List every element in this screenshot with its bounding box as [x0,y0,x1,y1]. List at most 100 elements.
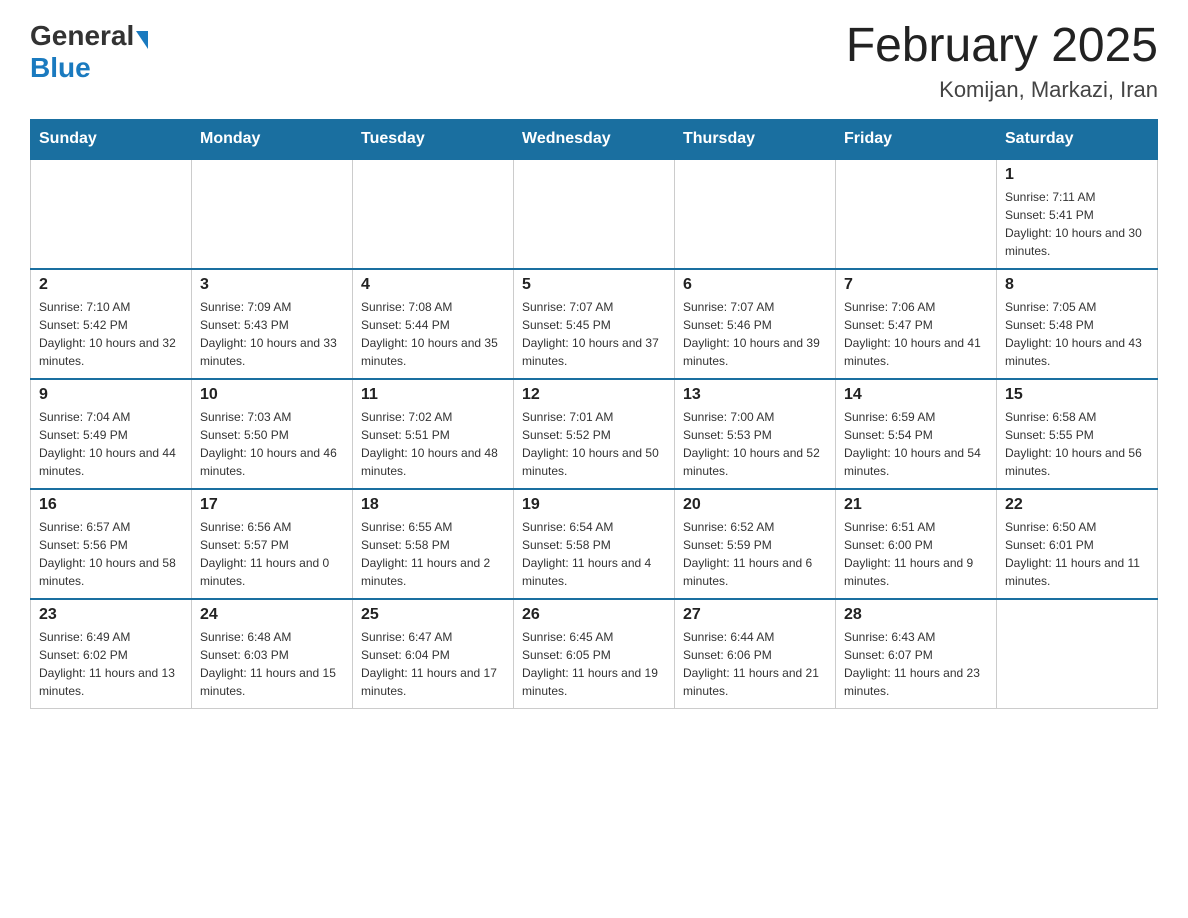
logo-general-text: General [30,20,134,52]
day-number: 23 [39,606,183,624]
calendar-cell: 23Sunrise: 6:49 AMSunset: 6:02 PMDayligh… [31,599,192,709]
day-number: 22 [1005,496,1149,514]
day-info: Sunrise: 7:09 AMSunset: 5:43 PMDaylight:… [200,298,344,370]
day-info: Sunrise: 7:10 AMSunset: 5:42 PMDaylight:… [39,298,183,370]
day-info: Sunrise: 7:04 AMSunset: 5:49 PMDaylight:… [39,408,183,480]
calendar-cell: 10 Sunrise: 7:03 AMSunset: 5:50 PMDayligh… [192,379,353,489]
day-number: 20 [683,496,827,514]
calendar-week-row: 16Sunrise: 6:57 AMSunset: 5:56 PMDayligh… [31,489,1158,599]
calendar-cell: 18Sunrise: 6:55 AMSunset: 5:58 PMDayligh… [353,489,514,599]
day-number: 13 [683,386,827,404]
day-number: 7 [844,276,988,294]
day-info: Sunrise: 6:57 AMSunset: 5:56 PMDaylight:… [39,518,183,590]
page-header: General Blue February 2025 Komijan, Mark… [30,20,1158,103]
calendar-cell [675,159,836,269]
calendar-week-row: 9 Sunrise: 7:04 AMSunset: 5:49 PMDaylight… [31,379,1158,489]
calendar-cell [514,159,675,269]
day-number: 8 [1005,276,1149,294]
day-number: 1 [1005,166,1149,184]
day-info: Sunrise: 7:01 AMSunset: 5:52 PMDaylight:… [522,408,666,480]
calendar-cell: 2Sunrise: 7:10 AMSunset: 5:42 PMDaylight… [31,269,192,379]
calendar-header-monday: Monday [192,119,353,159]
day-info: Sunrise: 7:05 AMSunset: 5:48 PMDaylight:… [1005,298,1149,370]
logo-arrow-icon [136,31,148,49]
calendar-cell: 6 Sunrise: 7:07 AMSunset: 5:46 PMDaylight… [675,269,836,379]
logo-blue-text: Blue [30,52,91,83]
calendar-cell [31,159,192,269]
day-number: 25 [361,606,505,624]
day-info: Sunrise: 6:44 AMSunset: 6:06 PMDaylight:… [683,628,827,700]
day-info: Sunrise: 7:06 AMSunset: 5:47 PMDaylight:… [844,298,988,370]
day-number: 26 [522,606,666,624]
day-info: Sunrise: 6:52 AMSunset: 5:59 PMDaylight:… [683,518,827,590]
day-number: 24 [200,606,344,624]
day-info: Sunrise: 7:08 AMSunset: 5:44 PMDaylight:… [361,298,505,370]
day-number: 21 [844,496,988,514]
day-info: Sunrise: 6:55 AMSunset: 5:58 PMDaylight:… [361,518,505,590]
day-number: 6 [683,276,827,294]
day-info: Sunrise: 7:02 AMSunset: 5:51 PMDaylight:… [361,408,505,480]
calendar-cell: 19 Sunrise: 6:54 AMSunset: 5:58 PMDayligh… [514,489,675,599]
day-info: Sunrise: 6:59 AMSunset: 5:54 PMDaylight:… [844,408,988,480]
day-number: 12 [522,386,666,404]
calendar-week-row: 2Sunrise: 7:10 AMSunset: 5:42 PMDaylight… [31,269,1158,379]
calendar-cell: 16Sunrise: 6:57 AMSunset: 5:56 PMDayligh… [31,489,192,599]
day-number: 9 [39,386,183,404]
calendar-cell: 20 Sunrise: 6:52 AMSunset: 5:59 PMDayligh… [675,489,836,599]
day-info: Sunrise: 6:58 AMSunset: 5:55 PMDaylight:… [1005,408,1149,480]
day-number: 3 [200,276,344,294]
day-info: Sunrise: 7:03 AMSunset: 5:50 PMDaylight:… [200,408,344,480]
calendar-cell: 12 Sunrise: 7:01 AMSunset: 5:52 PMDayligh… [514,379,675,489]
calendar-cell [836,159,997,269]
day-number: 19 [522,496,666,514]
calendar-cell [997,599,1158,709]
day-number: 28 [844,606,988,624]
calendar-week-row: 23Sunrise: 6:49 AMSunset: 6:02 PMDayligh… [31,599,1158,709]
day-info: Sunrise: 7:00 AMSunset: 5:53 PMDaylight:… [683,408,827,480]
day-info: Sunrise: 6:54 AMSunset: 5:58 PMDaylight:… [522,518,666,590]
calendar-cell: 14 Sunrise: 6:59 AMSunset: 5:54 PMDayligh… [836,379,997,489]
calendar-cell: 24 Sunrise: 6:48 AMSunset: 6:03 PMDayligh… [192,599,353,709]
calendar-week-row: 1Sunrise: 7:11 AMSunset: 5:41 PMDaylight… [31,159,1158,269]
day-number: 14 [844,386,988,404]
day-number: 4 [361,276,505,294]
calendar-cell: 17 Sunrise: 6:56 AMSunset: 5:57 PMDayligh… [192,489,353,599]
calendar-cell: 3 Sunrise: 7:09 AMSunset: 5:43 PMDaylight… [192,269,353,379]
calendar-cell [353,159,514,269]
calendar-header-row: SundayMondayTuesdayWednesdayThursdayFrid… [31,119,1158,159]
calendar-cell: 4 Sunrise: 7:08 AMSunset: 5:44 PMDaylight… [353,269,514,379]
calendar-cell: 8 Sunrise: 7:05 AMSunset: 5:48 PMDaylight… [997,269,1158,379]
location-title: Komijan, Markazi, Iran [846,77,1158,103]
title-block: February 2025 Komijan, Markazi, Iran [846,20,1158,103]
calendar-cell: 5Sunrise: 7:07 AMSunset: 5:45 PMDaylight… [514,269,675,379]
calendar-header-sunday: Sunday [31,119,192,159]
month-title: February 2025 [846,20,1158,73]
calendar-header-saturday: Saturday [997,119,1158,159]
calendar-cell: 1Sunrise: 7:11 AMSunset: 5:41 PMDaylight… [997,159,1158,269]
calendar-header-tuesday: Tuesday [353,119,514,159]
day-number: 15 [1005,386,1149,404]
day-info: Sunrise: 6:47 AMSunset: 6:04 PMDaylight:… [361,628,505,700]
day-info: Sunrise: 6:50 AMSunset: 6:01 PMDaylight:… [1005,518,1149,590]
logo: General Blue [30,20,150,84]
calendar-cell: 11Sunrise: 7:02 AMSunset: 5:51 PMDayligh… [353,379,514,489]
calendar-header-friday: Friday [836,119,997,159]
calendar-cell: 26 Sunrise: 6:45 AMSunset: 6:05 PMDayligh… [514,599,675,709]
calendar-cell: 7 Sunrise: 7:06 AMSunset: 5:47 PMDaylight… [836,269,997,379]
day-number: 17 [200,496,344,514]
calendar-cell [192,159,353,269]
calendar-cell: 22 Sunrise: 6:50 AMSunset: 6:01 PMDayligh… [997,489,1158,599]
calendar-cell: 25 Sunrise: 6:47 AMSunset: 6:04 PMDayligh… [353,599,514,709]
calendar-table: SundayMondayTuesdayWednesdayThursdayFrid… [30,119,1158,710]
calendar-cell: 13 Sunrise: 7:00 AMSunset: 5:53 PMDayligh… [675,379,836,489]
day-number: 10 [200,386,344,404]
calendar-header-thursday: Thursday [675,119,836,159]
day-info: Sunrise: 7:07 AMSunset: 5:46 PMDaylight:… [683,298,827,370]
day-info: Sunrise: 7:07 AMSunset: 5:45 PMDaylight:… [522,298,666,370]
day-info: Sunrise: 6:48 AMSunset: 6:03 PMDaylight:… [200,628,344,700]
day-info: Sunrise: 6:43 AMSunset: 6:07 PMDaylight:… [844,628,988,700]
day-number: 27 [683,606,827,624]
day-info: Sunrise: 6:56 AMSunset: 5:57 PMDaylight:… [200,518,344,590]
day-info: Sunrise: 6:45 AMSunset: 6:05 PMDaylight:… [522,628,666,700]
calendar-cell: 28 Sunrise: 6:43 AMSunset: 6:07 PMDayligh… [836,599,997,709]
